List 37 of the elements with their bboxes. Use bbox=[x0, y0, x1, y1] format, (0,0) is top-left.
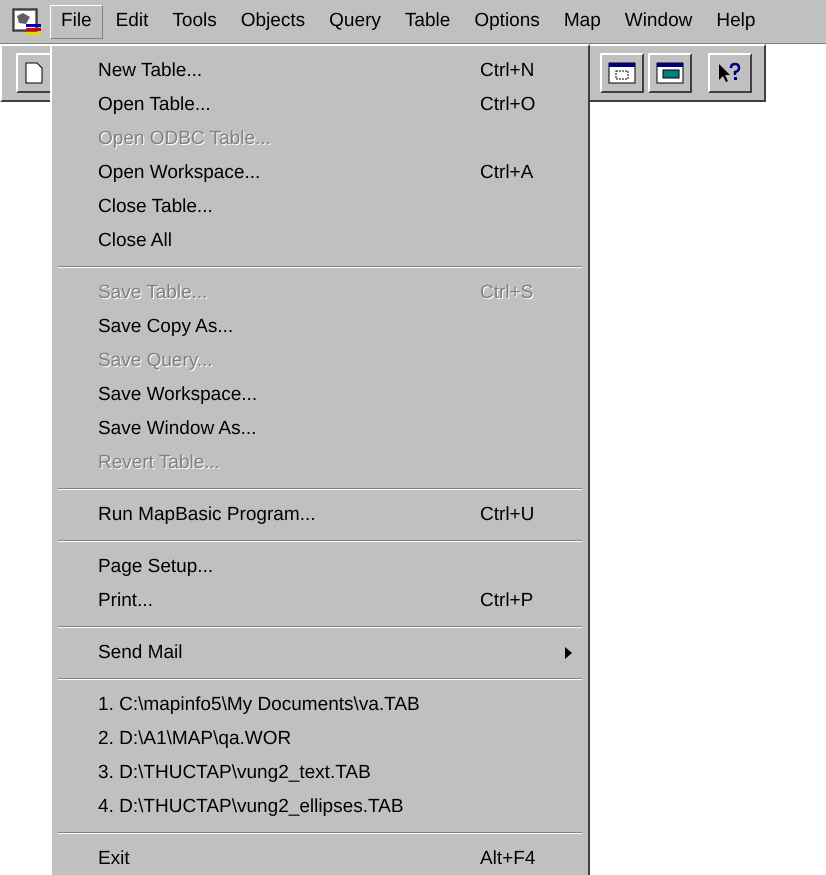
toolbar-button[interactable] bbox=[16, 53, 52, 93]
menu-bar-item[interactable]: Query bbox=[318, 4, 392, 38]
menu-item[interactable]: Exit Alt+F4 bbox=[52, 842, 588, 875]
menu-item[interactable]: Print... Ctrl+P bbox=[52, 584, 588, 618]
menu-bar-item[interactable]: Table bbox=[394, 4, 462, 38]
menu-item[interactable]: Close All bbox=[52, 224, 588, 258]
menu-item[interactable]: New Table... Ctrl+N bbox=[52, 54, 588, 88]
menu-bar-item[interactable]: File bbox=[50, 4, 103, 38]
menu-bar-item[interactable]: Objects bbox=[230, 4, 316, 38]
menu-item[interactable]: Save Copy As... bbox=[52, 310, 588, 344]
menu-item[interactable]: Save Workspace... bbox=[52, 378, 588, 412]
menu-item[interactable]: Page Setup... bbox=[52, 550, 588, 584]
menu-item[interactable]: Run MapBasic Program... Ctrl+U bbox=[52, 498, 588, 532]
menu-bar-item[interactable]: Window bbox=[614, 4, 704, 38]
menu-item[interactable]: Save Window As... bbox=[52, 412, 588, 446]
submenu-arrow-icon bbox=[565, 647, 572, 659]
menu-item[interactable]: Close Table... bbox=[52, 190, 588, 224]
menu-item[interactable]: 2. D:\A1\MAP\qa.WOR bbox=[52, 722, 588, 756]
menu-item[interactable]: Open Workspace... Ctrl+A bbox=[52, 156, 588, 190]
menu-bar-item[interactable]: Edit bbox=[104, 4, 160, 38]
menu-item[interactable]: 3. D:\THUCTAP\vung2_text.TAB bbox=[52, 756, 588, 790]
toolbar-button[interactable] bbox=[648, 53, 692, 93]
menu-bar-item[interactable]: Map bbox=[552, 4, 612, 38]
menu-item[interactable]: Open Table... Ctrl+O bbox=[52, 88, 588, 122]
help-pointer-icon bbox=[717, 62, 743, 84]
document-icon bbox=[25, 62, 43, 84]
menu-bar-item[interactable]: Help bbox=[705, 4, 766, 38]
menu-bar-item[interactable]: Options bbox=[463, 4, 551, 38]
menu-item[interactable]: 4. D:\THUCTAP\vung2_ellipses.TAB bbox=[52, 790, 588, 824]
window-icon bbox=[608, 62, 636, 84]
toolbar-button[interactable] bbox=[600, 53, 644, 93]
toolbar-button[interactable] bbox=[708, 53, 752, 93]
app-icon bbox=[12, 8, 42, 36]
menu-item[interactable]: Send Mail bbox=[52, 636, 588, 670]
layout-icon bbox=[656, 62, 684, 84]
menu-bar-item[interactable]: Tools bbox=[161, 4, 228, 38]
menu-item[interactable]: 1. C:\mapinfo5\My Documents\va.TAB bbox=[52, 688, 588, 722]
